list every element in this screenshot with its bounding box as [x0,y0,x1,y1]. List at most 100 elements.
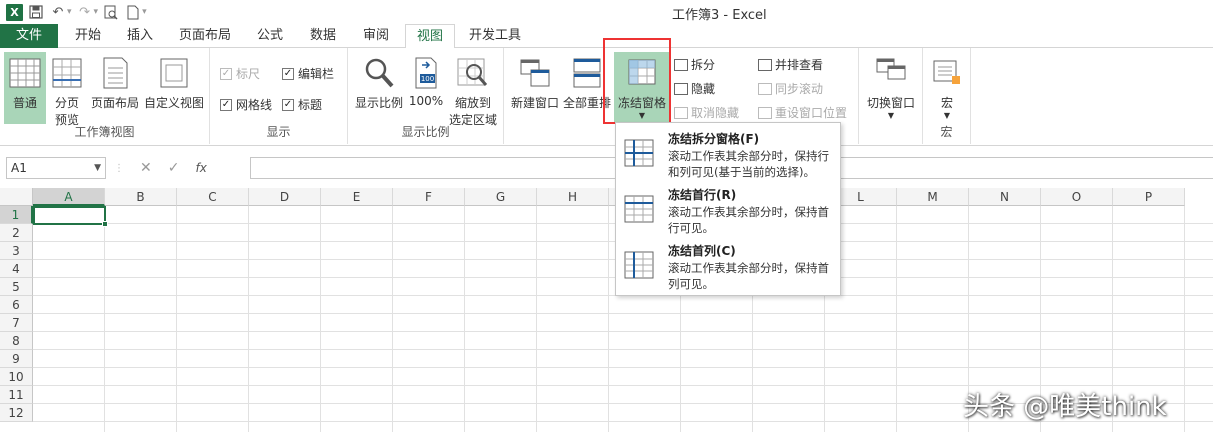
formula-bar-label: 编辑栏 [298,67,335,81]
gridlines-label: 网格线 [236,98,273,112]
macros-dropdown-icon: ▼ [943,111,951,120]
save-icon[interactable] [27,3,45,21]
headings-checkbox[interactable]: ✓ 标题 [282,96,322,113]
name-box-value: A1 [11,161,27,175]
zoom-button[interactable]: 显示比例 [352,52,406,124]
gridlines-checkbox[interactable]: ✓ 网格线 [220,96,272,113]
reset-window-position-button[interactable]: 重设窗口位置 [758,104,847,121]
fill-handle[interactable] [102,221,108,227]
row-header[interactable]: 9 [0,350,33,368]
custom-views-label: 自定义视图 [143,96,204,110]
column-header[interactable]: B [105,188,177,206]
cancel-icon[interactable]: ✕ [140,160,152,176]
normal-view-button[interactable]: 普通 [4,52,46,124]
split-button[interactable]: 拆分 [674,56,715,73]
enter-icon[interactable]: ✓ [168,160,180,176]
new-file-icon[interactable] [124,3,142,21]
reset-position-icon [758,106,772,119]
column-header[interactable]: P [1113,188,1185,206]
column-header[interactable]: N [969,188,1041,206]
print-preview-icon[interactable] [102,3,120,21]
column-header[interactable]: F [393,188,465,206]
customize-qat-icon[interactable]: ▾ [142,7,147,17]
redo-dropdown-icon[interactable]: ▾ [94,7,99,17]
magnifier-icon [362,56,396,90]
redo-icon[interactable]: ↷ [76,3,94,21]
column-header[interactable]: E [321,188,393,206]
group-label-zoom: 显示比例 [401,125,450,139]
checkbox-icon: ✓ [220,67,232,80]
checkbox-icon: ✓ [282,98,294,111]
column-header[interactable]: G [465,188,537,206]
tab-view[interactable]: 视图 [405,24,455,49]
zoom-100-button[interactable]: 100 100% [408,52,444,124]
formula-bar-checkbox[interactable]: ✓ 编辑栏 [282,65,334,82]
switch-windows-button[interactable]: 切换窗口 ▼ [863,52,919,124]
insert-function-icon[interactable]: fx [195,161,206,175]
new-window-label: 新建窗口 [510,96,559,110]
sync-scroll-icon [758,82,772,95]
hide-button[interactable]: 隐藏 [674,80,715,97]
column-header[interactable]: A [33,188,105,206]
menu-item-freeze-panes[interactable]: 冻结拆分窗格(F) 滚动工作表其余部分时，保持行和列可见(基于当前的选择)。 [616,125,840,181]
tab-developer[interactable]: 开发工具 [462,24,528,48]
row-header[interactable]: 4 [0,260,33,278]
zoom-100-label: 100% [408,94,444,108]
tab-formulas[interactable]: 公式 [248,24,292,48]
view-side-by-side-button[interactable]: 并排查看 [758,56,823,73]
macros-button[interactable]: 宏 ▼ [927,52,967,124]
row-header[interactable]: 11 [0,386,33,404]
sync-scroll-button[interactable]: 同步滚动 [758,80,823,97]
select-all-corner[interactable] [0,188,33,206]
menu-item-freeze-top-row[interactable]: 冻结首行(R) 滚动工作表其余部分时，保持首行可见。 [616,181,840,237]
menu-item-desc: 滚动工作表其余部分时，保持首列可见。 [668,261,829,291]
page-layout-view-button[interactable]: 页面布局 [88,52,142,124]
tab-page-layout[interactable]: 页面布局 [172,24,238,48]
column-header[interactable]: D [249,188,321,206]
macros-label: 宏 [940,96,953,110]
row-header[interactable]: 12 [0,404,33,422]
zoom-selection-icon [456,56,490,90]
row-header[interactable]: 6 [0,296,33,314]
tab-review[interactable]: 审阅 [354,24,398,48]
row-header[interactable]: 5 [0,278,33,296]
tab-home[interactable]: 开始 [66,24,110,48]
row-header[interactable]: 7 [0,314,33,332]
column-header[interactable]: O [1041,188,1113,206]
freeze-panes-menu-icon [624,139,654,167]
zoom-to-selection-button[interactable]: 缩放到 选定区域 [446,52,500,127]
tab-data[interactable]: 数据 [301,24,345,48]
new-window-button[interactable]: 新建窗口 [508,52,562,124]
group-macros: 宏 ▼ 宏 [923,48,971,144]
name-box-dropdown-icon[interactable]: ▼ [94,158,101,178]
group-show: ✓ 标尺 ✓ 编辑栏 ✓ 网格线 ✓ 标题 显示 [210,48,348,144]
menu-item-freeze-first-column[interactable]: 冻结首列(C) 滚动工作表其余部分时，保持首列可见。 [616,237,840,293]
row-header[interactable]: 3 [0,242,33,260]
zoom-label: 显示比例 [354,96,403,110]
column-header[interactable]: C [177,188,249,206]
row-header[interactable]: 8 [0,332,33,350]
undo-icon[interactable]: ↶ [49,3,67,21]
row-header[interactable]: 10 [0,368,33,386]
active-cell[interactable] [33,206,108,227]
unhide-icon [674,106,688,119]
unhide-button[interactable]: 取消隐藏 [674,104,739,121]
name-box[interactable]: A1 ▼ [6,157,106,179]
quick-access-toolbar: X ↶ ▾ ↷ ▾ ▾ [6,2,147,22]
ruler-checkbox[interactable]: ✓ 标尺 [220,65,260,82]
column-header[interactable]: H [537,188,609,206]
freeze-panes-menu: 冻结拆分窗格(F) 滚动工作表其余部分时，保持行和列可见(基于当前的选择)。 冻… [615,122,841,296]
title-bar: X ↶ ▾ ↷ ▾ ▾ 工作簿3 - Excel [0,0,1213,24]
column-header[interactable]: M [897,188,969,206]
page-break-preview-button[interactable]: 分页 预览 [48,52,86,127]
row-header[interactable]: 2 [0,224,33,242]
ruler-label: 标尺 [236,67,261,81]
hide-label: 隐藏 [691,82,716,96]
undo-dropdown-icon[interactable]: ▾ [67,7,72,17]
tab-file[interactable]: 文件 [0,24,58,48]
row-header[interactable]: 1 [0,206,33,224]
formula-buttons: ⋮ ✕ ✓ fx [114,157,207,179]
tab-insert[interactable]: 插入 [118,24,162,48]
custom-views-button[interactable]: 自定义视图 [143,52,205,124]
group-switch: 切换窗口 ▼ [859,48,923,144]
